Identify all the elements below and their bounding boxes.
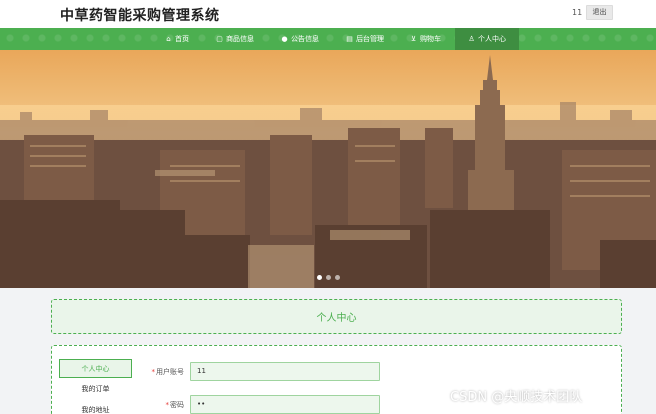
home-icon: ⌂ <box>166 34 171 43</box>
nav-label: 后台管理 <box>356 35 384 43</box>
nav-label: 购物车 <box>420 35 441 43</box>
hero-banner[interactable] <box>0 50 656 288</box>
side-item-my-address[interactable]: 我的地址 <box>59 401 132 414</box>
nav-item-cart[interactable]: ⊻ 购物车 <box>410 28 441 50</box>
nav-label: 商品信息 <box>226 35 254 43</box>
password-input[interactable]: •• <box>190 395 380 414</box>
nav-item-announcements[interactable]: ● 公告信息 <box>281 28 319 50</box>
nav-label: 首页 <box>175 35 189 43</box>
nav-label: 个人中心 <box>478 35 506 43</box>
nav-item-home[interactable]: ⌂ 首页 <box>165 28 189 50</box>
nav-item-admin[interactable]: ▤ 后台管理 <box>346 28 384 50</box>
cart-icon: ⊻ <box>410 34 417 43</box>
top-header: 中草药智能采购管理系统 11 退出 <box>0 0 656 28</box>
password-field-row: *密码 •• <box>146 395 380 414</box>
bag-icon: ▢ <box>216 34 223 43</box>
site-title: 中草药智能采购管理系统 <box>60 8 220 24</box>
carousel-indicators <box>0 275 656 283</box>
side-item-my-orders[interactable]: 我的订单 <box>59 380 132 399</box>
main-nav: ⌂ 首页 ▢ 商品信息 ● 公告信息 ▤ 后台管理 ⊻ 购物车 ♙ 个人中心 <box>0 28 656 50</box>
carousel-dot[interactable] <box>334 275 340 280</box>
nav-label: 公告信息 <box>291 35 319 43</box>
required-mark: * <box>165 400 170 409</box>
required-mark: * <box>151 367 156 376</box>
nav-item-products[interactable]: ▢ 商品信息 <box>216 28 254 50</box>
profile-side-menu: 个人中心 我的订单 我的地址 <box>59 359 132 414</box>
user-icon: ♙ <box>468 34 475 43</box>
carousel-dot[interactable] <box>316 275 322 280</box>
account-label: *用户账号 <box>151 367 185 376</box>
nav-item-profile[interactable]: ♙ 个人中心 <box>455 28 519 50</box>
city-skyline-image <box>0 50 656 288</box>
side-item-personal-center[interactable]: 个人中心 <box>59 359 132 378</box>
logout-button[interactable]: 退出 <box>586 5 613 20</box>
section-title-box: 个人中心 <box>51 299 622 334</box>
bullet-icon: ● <box>281 34 288 43</box>
password-label: *密码 <box>165 400 185 409</box>
account-field-row: *用户账号 11 <box>146 362 380 381</box>
dashboard-icon: ▤ <box>346 34 353 43</box>
current-user-id: 11 <box>572 8 583 17</box>
watermark: CSDN @央顺技术团队 <box>450 390 583 405</box>
section-title: 个人中心 <box>316 313 357 324</box>
account-input[interactable]: 11 <box>190 362 380 381</box>
carousel-dot[interactable] <box>325 275 331 280</box>
